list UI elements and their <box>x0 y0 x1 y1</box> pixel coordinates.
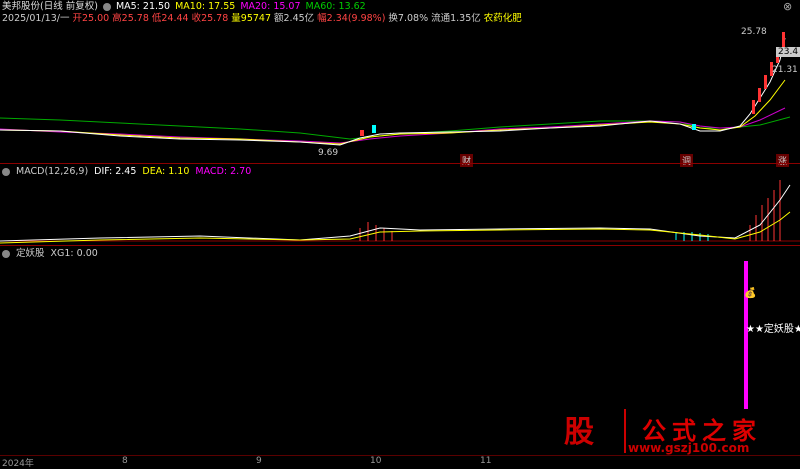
axis-month-10: 10 <box>370 456 382 466</box>
ma5-line <box>0 37 786 146</box>
marker-zhang[interactable]: 涨 <box>776 154 790 167</box>
candle-1 <box>752 100 755 114</box>
candle-6 <box>782 32 785 48</box>
indicator-header: 定妖股 XG1: 0.00 <box>2 248 98 260</box>
watermark-url: www.gszj100.com <box>628 441 750 455</box>
macd-settings-icon[interactable] <box>2 168 10 176</box>
indicator-title[interactable]: 定妖股 <box>16 248 45 260</box>
price-level3-label: 21.31 <box>772 65 798 75</box>
candle-2 <box>758 88 761 102</box>
marker-diao[interactable]: 调 <box>680 154 694 167</box>
macd-dea-line <box>0 211 791 244</box>
pane-divider-2[interactable] <box>0 245 800 246</box>
macd-dea: DEA: 1.10 <box>142 166 190 177</box>
macd-dif: DIF: 2.45 <box>94 166 137 177</box>
ma10-line <box>0 79 786 145</box>
signal-label: ★★定妖股★★ <box>746 324 800 335</box>
axis-month-8: 8 <box>122 456 128 466</box>
price-high-label: 25.78 <box>741 27 767 37</box>
macd-title[interactable]: MACD(12,26,9) <box>16 166 88 178</box>
watermark-logo: 股 公式之家 www.gszj100.com <box>560 407 800 455</box>
indicator-xg: XG1: 0.00 <box>50 248 98 259</box>
money-bag-icon: 💰 <box>744 288 757 299</box>
marker-cai[interactable]: 财 <box>460 154 474 167</box>
signal-bar <box>744 261 748 409</box>
candle-3 <box>764 75 767 89</box>
watermark-gu: 股 <box>564 415 594 450</box>
macd-value: MACD: 2.70 <box>195 166 252 177</box>
axis-month-11: 11 <box>480 456 492 466</box>
axis-year: 2024年 <box>2 459 34 469</box>
price-low-label: 9.69 <box>318 148 339 158</box>
macd-header: MACD(12,26,9) DIF: 2.45 DEA: 1.10 MACD: … <box>2 166 251 178</box>
axis-month-9: 9 <box>256 456 262 466</box>
ma20-line <box>0 107 786 144</box>
candle-mid2 <box>360 130 364 136</box>
watermark-divider <box>624 409 626 453</box>
macd-histogram <box>359 180 781 241</box>
kline-chart[interactable] <box>0 0 800 467</box>
indicator-settings-icon[interactable] <box>2 250 10 258</box>
candle-mid3 <box>692 124 696 130</box>
pane-divider-1[interactable] <box>0 163 800 164</box>
candle-mid <box>372 125 376 133</box>
time-axis-line <box>0 455 800 456</box>
price-level2-label: 23.4 <box>776 47 800 57</box>
